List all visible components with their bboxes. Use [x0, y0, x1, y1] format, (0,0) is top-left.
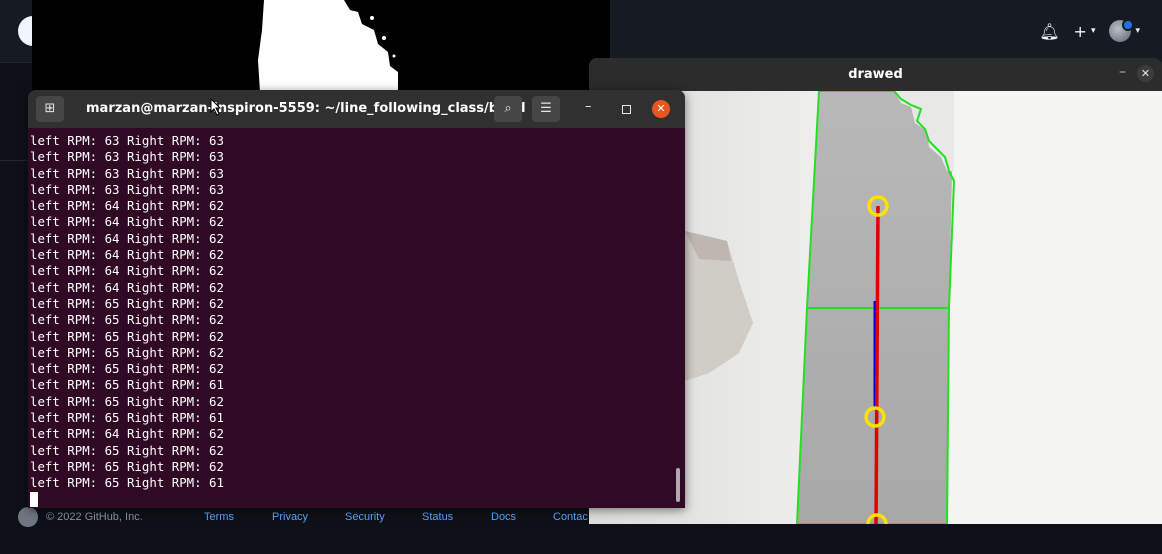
terminal-line: left RPM: 64 Right RPM: 62 — [30, 230, 224, 246]
footer-link-terms[interactable]: Terms — [204, 511, 272, 523]
footer-link-privacy[interactable]: Privacy — [272, 511, 345, 523]
camera-minimize-button[interactable]: – — [1119, 64, 1126, 80]
footer-link-docs[interactable]: Docs — [491, 511, 553, 523]
terminal-line: left RPM: 65 Right RPM: 61 — [30, 377, 224, 393]
terminal-line: left RPM: 63 Right RPM: 63 — [30, 149, 224, 165]
terminal-line: left RPM: 65 Right RPM: 62 — [30, 442, 224, 458]
github-header-actions: 🔔︎ + ▾ ▾ — [1039, 19, 1140, 42]
terminal-line: left RPM: 65 Right RPM: 62 — [30, 361, 224, 377]
terminal-window[interactable]: ⊞ marzan@marzan-Inspiron-5559: ~/line_fo… — [28, 90, 685, 508]
terminal-titlebar[interactable]: ⊞ marzan@marzan-Inspiron-5559: ~/line_fo… — [28, 90, 685, 128]
binary-mask-image — [32, 0, 610, 92]
footer-link-contact[interactable]: Contac — [553, 511, 588, 523]
terminal-line: left RPM: 65 Right RPM: 61 — [30, 475, 224, 491]
terminal-scrollbar[interactable] — [676, 468, 680, 502]
github-footer: © 2022 GitHub, Inc. Terms Privacy Securi… — [18, 506, 588, 528]
terminal-line: left RPM: 65 Right RPM: 62 — [30, 458, 224, 474]
terminal-maximize-button[interactable] — [622, 105, 631, 114]
hamburger-menu-icon[interactable]: ☰ — [532, 96, 560, 122]
terminal-cursor — [30, 491, 38, 507]
terminal-line: left RPM: 65 Right RPM: 62 — [30, 344, 224, 360]
terminal-line: left RPM: 63 Right RPM: 63 — [30, 165, 224, 181]
terminal-line: left RPM: 65 Right RPM: 61 — [30, 410, 224, 426]
terminal-line: left RPM: 64 Right RPM: 62 — [30, 198, 224, 214]
footer-link-status[interactable]: Status — [422, 511, 491, 523]
terminal-prompt-line[interactable] — [30, 491, 670, 508]
chevron-down-icon[interactable]: ▾ — [1091, 26, 1096, 36]
footer-link-security[interactable]: Security — [345, 511, 422, 523]
footer-copyright: © 2022 GitHub, Inc. — [46, 511, 143, 523]
terminal-line: left RPM: 63 Right RPM: 63 — [30, 133, 224, 148]
terminal-minimize-button[interactable]: – — [585, 99, 592, 114]
notification-bell-icon[interactable]: 🔔︎ — [1039, 22, 1059, 41]
terminal-line: left RPM: 64 Right RPM: 62 — [30, 247, 224, 263]
camera-titlebar[interactable]: drawed – ✕ — [589, 58, 1162, 91]
terminal-output[interactable]: left RPM: 63 Right RPM: 63 left RPM: 63 R… — [30, 133, 670, 508]
terminal-line: left RPM: 65 Right RPM: 62 — [30, 393, 224, 409]
terminal-line: left RPM: 64 Right RPM: 62 — [30, 426, 224, 442]
github-mark-icon[interactable] — [18, 507, 38, 527]
path-centerline — [874, 205, 880, 524]
chevron-down-icon[interactable]: ▾ — [1135, 26, 1140, 36]
terminal-line: left RPM: 64 Right RPM: 62 — [30, 279, 224, 295]
new-tab-icon[interactable]: ⊞ — [36, 96, 64, 122]
terminal-line: left RPM: 63 Right RPM: 63 — [30, 181, 224, 197]
camera-close-button[interactable]: ✕ — [1137, 65, 1154, 82]
binary-mask-window — [32, 0, 610, 92]
create-new-plus-icon[interactable]: + — [1074, 22, 1087, 41]
terminal-title: marzan@marzan-Inspiron-5559: ~/line_foll… — [86, 101, 526, 116]
terminal-line: left RPM: 64 Right RPM: 62 — [30, 214, 224, 230]
terminal-line: left RPM: 65 Right RPM: 62 — [30, 312, 224, 328]
white-surface — [949, 91, 1162, 524]
terminal-close-button[interactable]: ✕ — [652, 100, 670, 118]
search-icon[interactable]: ⌕ — [494, 96, 522, 122]
github-divider — [0, 160, 30, 161]
mouse-pointer-icon — [210, 98, 222, 116]
terminal-line: left RPM: 65 Right RPM: 62 — [30, 295, 224, 311]
terminal-line: left RPM: 64 Right RPM: 62 — [30, 263, 224, 279]
user-avatar[interactable] — [1109, 19, 1135, 42]
camera-window-title: drawed — [848, 67, 903, 82]
terminal-line: left RPM: 65 Right RPM: 62 — [30, 328, 224, 344]
